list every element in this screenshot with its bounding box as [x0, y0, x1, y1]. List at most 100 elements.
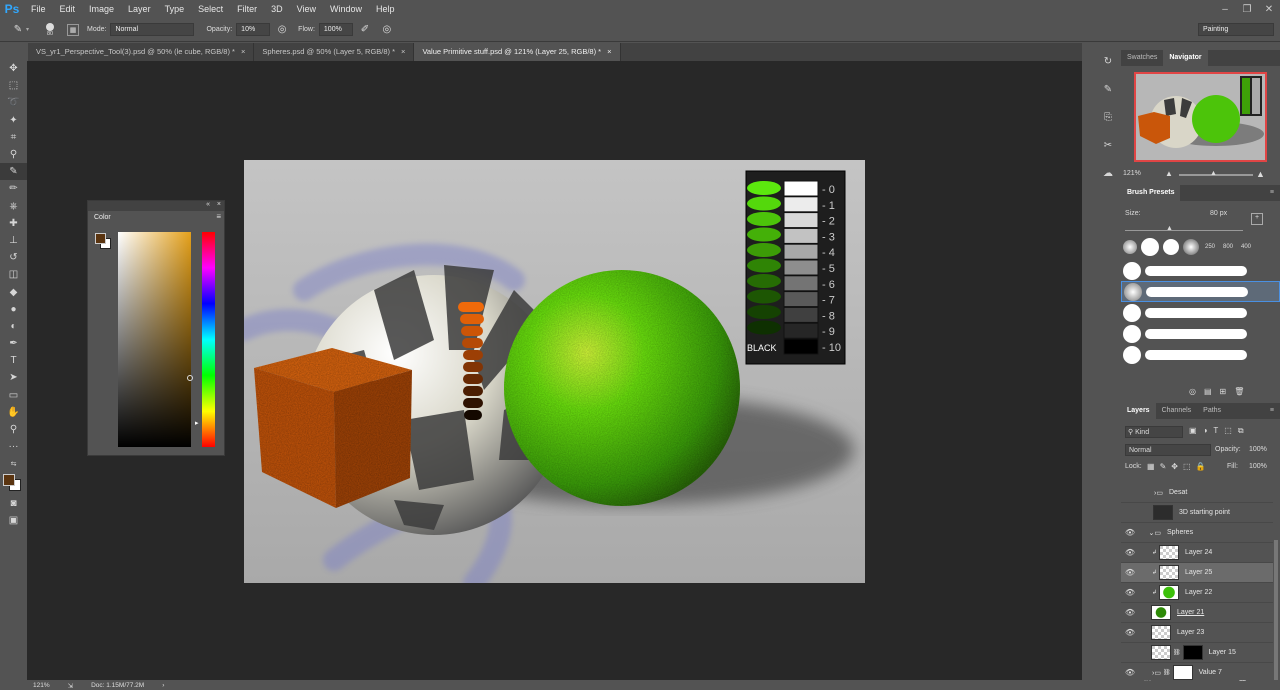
zoom-tool-icon[interactable]: ⚲: [0, 421, 27, 438]
zoom-in-icon[interactable]: ▲: [1256, 169, 1265, 179]
stamp-tool-icon[interactable]: ⊥: [0, 232, 27, 249]
export-icon[interactable]: ⇲: [68, 682, 73, 690]
lock-artboard-icon[interactable]: ⬚: [1183, 462, 1191, 471]
color-swatches[interactable]: [94, 232, 112, 250]
layer-row-21[interactable]: 👁 Layer 21: [1121, 603, 1273, 623]
blend-mode-select[interactable]: Normal: [1125, 444, 1211, 456]
libraries-icon[interactable]: ☁: [1097, 162, 1119, 184]
lock-position-icon[interactable]: ✥: [1171, 462, 1178, 471]
eye-icon[interactable]: 👁: [1121, 628, 1139, 637]
brush-preset[interactable]: [1121, 260, 1280, 281]
document-canvas[interactable]: - 0 - 1 - 2 - 3 - 4 - 5 - 6 - 7 - 8 - 9 - 10 BLACK: [244, 160, 865, 583]
layer-row-22[interactable]: 👁 ↲ Layer 22: [1121, 583, 1273, 603]
color-picker-cursor[interactable]: [187, 375, 193, 381]
blur-tool-icon[interactable]: ●: [0, 301, 27, 318]
layer-row-desat[interactable]: ›▭ Desat: [1121, 483, 1273, 503]
tab-perspective-tool[interactable]: VS_yr1_Perspective_Tool(3).psd @ 50% (le…: [28, 43, 255, 61]
menu-edit[interactable]: Edit: [53, 0, 83, 18]
color-swatches[interactable]: [0, 473, 27, 495]
hand-tool-icon[interactable]: ✋: [0, 404, 27, 421]
clone-source-icon[interactable]: ⎘: [1097, 106, 1119, 128]
eye-icon[interactable]: 👁: [1121, 568, 1139, 577]
panel-menu-icon[interactable]: ≡: [1264, 185, 1280, 201]
hue-slider[interactable]: [202, 232, 215, 447]
tab-channels[interactable]: Channels: [1156, 403, 1198, 419]
eye-icon[interactable]: 👁: [1121, 588, 1139, 597]
tab-paths[interactable]: Paths: [1197, 403, 1227, 419]
foreground-color-swatch[interactable]: [3, 473, 15, 486]
rectangle-tool-icon[interactable]: ▭: [0, 387, 27, 404]
layer-row-24[interactable]: 👁 ↲ Layer 24: [1121, 543, 1273, 563]
preset-size[interactable]: 400: [1239, 244, 1253, 250]
restore-button[interactable]: ❐: [1236, 4, 1258, 15]
menu-view[interactable]: View: [290, 0, 323, 18]
new-preset-icon[interactable]: +: [1251, 213, 1263, 225]
layers-scrollbar[interactable]: [1274, 540, 1278, 680]
brush-tip-icon[interactable]: [1183, 239, 1199, 255]
folder-icon[interactable]: ▤: [1204, 387, 1212, 396]
brush-tool-icon[interactable]: ✎: [0, 163, 27, 181]
pen-tool-icon[interactable]: ✒: [0, 335, 27, 352]
close-icon[interactable]: ×: [217, 201, 221, 208]
brush-preset-selected[interactable]: [1121, 281, 1280, 302]
brush-tool-icon[interactable]: ✎: [10, 22, 26, 38]
new-brush-icon[interactable]: ⊞: [1220, 387, 1227, 396]
eye-icon[interactable]: 👁: [1121, 608, 1139, 617]
marquee-tool-icon[interactable]: ⬚: [0, 77, 27, 94]
eraser-tool-icon[interactable]: ◫: [0, 266, 27, 283]
mode-select[interactable]: Normal: [110, 23, 195, 36]
panel-menu-icon[interactable]: ≡: [216, 212, 221, 221]
lock-all-icon[interactable]: 🔒: [1196, 462, 1206, 471]
lasso-tool-icon[interactable]: ➰: [0, 94, 27, 111]
chevron-down-icon[interactable]: ▾: [26, 26, 29, 33]
preset-size[interactable]: 800: [1221, 244, 1235, 250]
pencil-tool-icon[interactable]: ✏: [0, 180, 27, 197]
color-panel-tab[interactable]: Color: [88, 211, 118, 225]
menu-layer[interactable]: Layer: [121, 0, 158, 18]
slider-handle-icon[interactable]: ▲: [1210, 170, 1217, 177]
panel-menu-icon[interactable]: ≡: [1264, 403, 1280, 419]
fill-field[interactable]: 100%: [1249, 463, 1267, 470]
screen-mode-icon[interactable]: ▣: [0, 512, 27, 529]
clone-stamp-tool-icon[interactable]: ⎈: [0, 198, 27, 215]
brush-panel-toggle-icon[interactable]: ▦: [67, 23, 80, 36]
menu-file[interactable]: File: [24, 0, 53, 18]
flow-field[interactable]: 100%: [318, 23, 353, 36]
crop-tool-icon[interactable]: ⌗: [0, 129, 27, 146]
hue-slider-handle-icon[interactable]: ▸: [195, 419, 199, 427]
move-tool-icon[interactable]: ✥: [0, 60, 27, 77]
type-filter-icon[interactable]: T: [1213, 426, 1218, 436]
tab-swatches[interactable]: Swatches: [1121, 50, 1163, 66]
more-tools-icon[interactable]: ···: [0, 438, 27, 455]
menu-filter[interactable]: Filter: [230, 0, 264, 18]
opacity-field[interactable]: 10%: [236, 23, 271, 36]
pressure-opacity-icon[interactable]: ◎: [274, 22, 290, 38]
layer-opacity-field[interactable]: 100%: [1249, 446, 1267, 453]
history-brush-tool-icon[interactable]: ↺: [0, 249, 27, 266]
navigator-zoom-value[interactable]: 121%: [1123, 170, 1141, 177]
size-slider[interactable]: [1125, 230, 1243, 231]
close-icon[interactable]: ×: [607, 43, 611, 61]
menu-help[interactable]: Help: [369, 0, 402, 18]
zoom-out-icon[interactable]: ▲: [1165, 169, 1173, 178]
tools-preset-icon[interactable]: ✂: [1097, 134, 1119, 156]
smart-object-filter-icon[interactable]: ⧉: [1238, 426, 1244, 436]
swap-colors-icon[interactable]: ⇆: [0, 455, 27, 472]
pressure-size-icon[interactable]: ◎: [379, 22, 395, 38]
menu-3d[interactable]: 3D: [264, 0, 290, 18]
brush-size-picker[interactable]: 80: [41, 22, 59, 37]
brush-tip-icon[interactable]: [1163, 239, 1179, 255]
dodge-tool-icon[interactable]: ◐: [0, 318, 27, 335]
path-select-tool-icon[interactable]: ➤: [0, 369, 27, 386]
brush-tip-row[interactable]: 250 800 400: [1123, 236, 1278, 258]
zoom-level[interactable]: 121%: [33, 682, 50, 689]
type-tool-icon[interactable]: T: [0, 352, 27, 369]
eye-icon[interactable]: 👁: [1121, 668, 1139, 677]
lock-pixels-icon[interactable]: ✎: [1160, 462, 1167, 471]
airbrush-icon[interactable]: ✐: [357, 22, 373, 38]
layer-row-15[interactable]: ⛓ Layer 15: [1121, 643, 1273, 663]
eye-icon[interactable]: 👁: [1121, 548, 1139, 557]
layer-row-25[interactable]: 👁 ↲ Layer 25: [1121, 563, 1273, 583]
brush-preset[interactable]: [1121, 302, 1280, 323]
tab-layers[interactable]: Layers: [1121, 403, 1156, 419]
